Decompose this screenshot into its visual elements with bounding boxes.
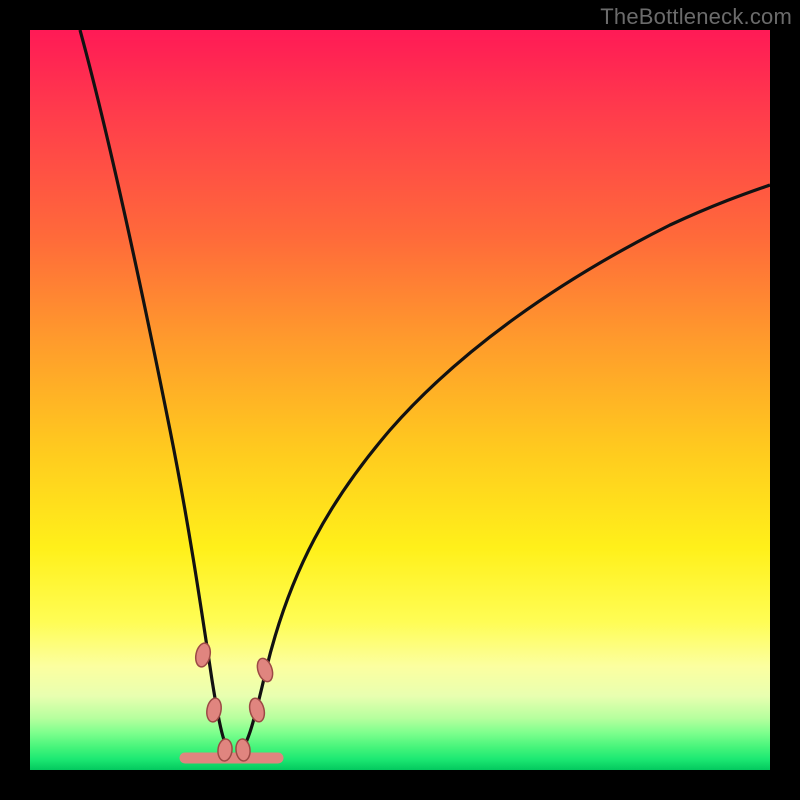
plot-area [30,30,770,770]
watermark-text: TheBottleneck.com [600,4,792,30]
marker-left-1 [194,642,213,668]
marker-left-3 [217,738,233,761]
marker-left-2 [205,697,223,723]
curve-markers [194,642,276,762]
marker-right-2 [247,697,266,724]
bottleneck-curve-svg [30,30,770,770]
marker-right-3 [235,738,251,761]
marker-right-1 [255,656,276,683]
bottleneck-curve-path [80,30,770,755]
